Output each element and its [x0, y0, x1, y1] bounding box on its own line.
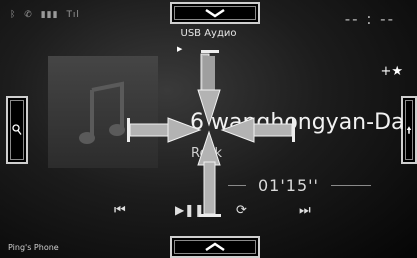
- music-player-screen: ᛒ ✆ ▮▮▮ Tıl -- : -- USB Аудио ▶ +★ 6 wan…: [0, 0, 417, 258]
- gesture-arrows-overlay: [127, 50, 295, 217]
